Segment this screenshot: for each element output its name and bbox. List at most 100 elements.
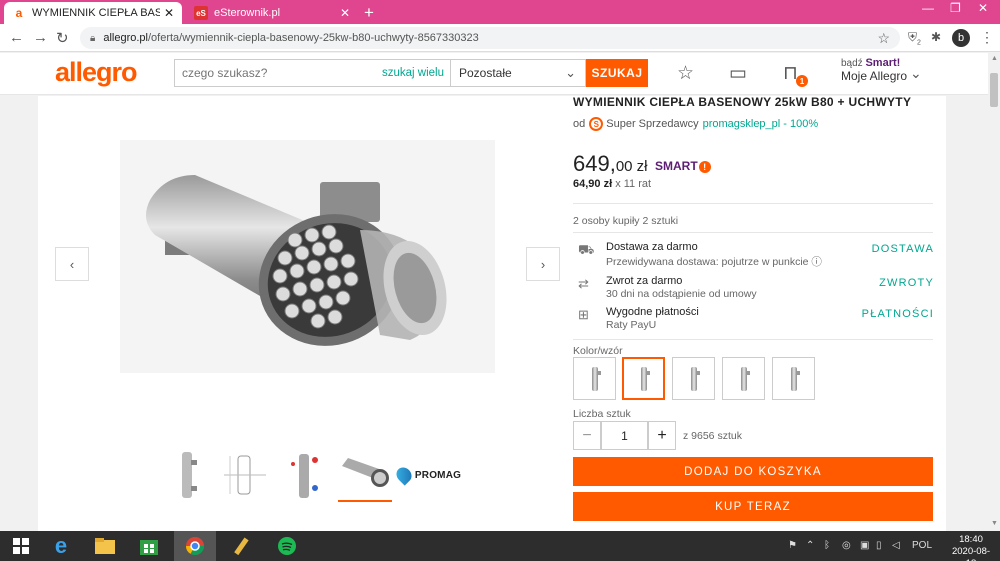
tray-app-icon[interactable]: ▣ (860, 540, 869, 551)
site-header: allegro szukaj wielu Pozostałe ⌄ SZUKAJ … (0, 53, 988, 95)
color-swatch[interactable] (573, 357, 616, 400)
tray-chevron-icon[interactable]: ⌃ (806, 540, 814, 551)
search-input[interactable] (182, 66, 382, 80)
super-seller-icon: S (589, 117, 604, 131)
quantity-label: Liczba sztuk (573, 408, 631, 420)
divider (573, 203, 933, 204)
extension-shield-icon[interactable]: ⛨2 (908, 30, 921, 46)
esterownik-favicon-icon: eS (194, 6, 208, 20)
allegro-logo[interactable]: allegro (55, 57, 138, 88)
delivery-sub: Przewidywana dostawa: pojutrze w punkcie… (606, 256, 822, 268)
reload-icon[interactable]: ↻ (56, 29, 69, 47)
battery-icon[interactable]: ▯ (876, 540, 882, 551)
restore-icon[interactable]: ❐ (950, 1, 961, 15)
scroll-up-icon[interactable]: ▲ (991, 55, 998, 62)
gallery-thumbnail-brand[interactable]: PROMAG (393, 448, 461, 502)
windows-taskbar: e ⚑ ⌃ ᛒ ◎ ▣ ▯ ◁ POL 18:40 2020-08-18 (0, 531, 1000, 561)
chrome-icon[interactable] (174, 531, 216, 561)
my-allegro-link[interactable]: Moje Allegro (841, 69, 907, 83)
price-main: 649, (573, 151, 616, 176)
scrollbar-thumb[interactable] (990, 73, 998, 107)
forward-icon[interactable]: → (33, 29, 48, 46)
payments-link[interactable]: PŁATNOŚCI (862, 308, 934, 320)
lock-icon: 🔒︎ (90, 32, 96, 44)
color-swatch-selected[interactable] (622, 357, 665, 400)
page-scrollbar[interactable] (988, 53, 1000, 531)
allegro-favicon-icon: a (15, 6, 23, 20)
back-icon[interactable]: ← (9, 29, 24, 46)
delivery-link[interactable]: DOSTAWA (872, 243, 934, 255)
color-swatch[interactable] (772, 357, 815, 400)
water-drop-icon (393, 464, 415, 486)
browser-toolbar: ← → ↻ 🔒︎ allegro.pl /oferta/wymiennik-ci… (0, 24, 1000, 52)
file-explorer-icon[interactable] (84, 531, 126, 561)
start-button[interactable] (0, 531, 42, 561)
category-select[interactable]: Pozostałe ⌄ (450, 59, 586, 87)
chevron-down-icon[interactable]: ⌄ (910, 65, 922, 82)
smart-promo[interactable]: bądź Smart! (841, 57, 900, 69)
messages-icon[interactable]: ▭ (729, 62, 747, 85)
browser-tab-strip: a WYMIENNIK CIEPŁA BASENOWY ✕ eS eSterow… (0, 0, 1000, 24)
menu-kebab-icon[interactable]: ⋮ (980, 29, 994, 46)
tab-allegro[interactable]: a WYMIENNIK CIEPŁA BASENOWY ✕ (4, 2, 182, 24)
chevron-left-icon: ‹ (69, 256, 75, 272)
language-indicator[interactable]: POL (912, 540, 932, 551)
clock[interactable]: 18:40 2020-08-18 (950, 534, 992, 561)
extensions-puzzle-icon[interactable]: ✱ (931, 30, 941, 44)
color-swatch[interactable] (722, 357, 765, 400)
tab-esterownik[interactable]: eS eSterownik.pl ✕ (186, 2, 358, 24)
tray-app-icon[interactable]: ◎ (842, 540, 851, 551)
product-main-image[interactable] (120, 140, 495, 373)
volume-icon[interactable]: ◁ (892, 540, 900, 551)
profile-avatar[interactable]: b (952, 29, 970, 47)
color-label: Kolor/wzór (573, 345, 623, 357)
smart-exclaim-icon: ! (698, 161, 711, 173)
seller-name-link[interactable]: promagsklep_pl - 100% (703, 118, 819, 130)
gallery-thumbnail[interactable] (160, 448, 214, 502)
gallery-prev-button[interactable]: ‹ (55, 247, 89, 281)
divider (573, 339, 933, 340)
close-window-icon[interactable]: ✕ (978, 1, 988, 15)
store-icon[interactable] (128, 531, 170, 561)
tray-flag-icon[interactable]: ⚑ (788, 540, 797, 551)
add-to-cart-button[interactable]: DODAJ DO KOSZYKA (573, 457, 933, 486)
seller-info: od S Super Sprzedawcy promagsklep_pl - 1… (573, 117, 818, 131)
gallery-thumbnail-selected[interactable] (338, 448, 392, 502)
internet-explorer-icon[interactable]: e (40, 531, 82, 561)
gallery-thumbnail[interactable] (278, 448, 332, 502)
gallery-next-button[interactable]: › (526, 247, 560, 281)
windows-logo-icon (13, 538, 29, 554)
price-cents: 00 zł (615, 158, 648, 175)
color-swatch[interactable] (672, 357, 715, 400)
close-tab-icon[interactable]: ✕ (164, 6, 174, 20)
address-bar[interactable]: 🔒︎ allegro.pl /oferta/wymiennik-ciepla-b… (80, 27, 900, 49)
search-multiple-link[interactable]: szukaj wielu (382, 67, 450, 79)
clock-time: 18:40 (959, 534, 983, 545)
minimize-icon[interactable]: — (922, 1, 934, 15)
price: 649,00 zł (573, 151, 648, 177)
installments: 64,90 zł x 11 rat (573, 178, 651, 190)
scroll-down-icon[interactable]: ▼ (991, 520, 998, 527)
quantity-input[interactable]: 1 (601, 421, 648, 450)
bluetooth-icon[interactable]: ᛒ (824, 540, 830, 551)
gallery-thumbnail[interactable] (218, 448, 272, 502)
app-pencil-icon[interactable] (220, 531, 262, 561)
close-tab-icon[interactable]: ✕ (340, 6, 350, 20)
new-tab-button[interactable]: + (364, 3, 374, 23)
delivery-title: Dostawa za darmo (606, 241, 698, 253)
promag-logo: PROMAG (393, 464, 461, 486)
quantity-increment-button[interactable]: + (648, 421, 676, 450)
clock-date: 2020-08-18 (951, 546, 991, 561)
spotify-icon[interactable] (266, 531, 308, 561)
buy-now-button[interactable]: KUP TERAZ (573, 492, 933, 521)
returns-sub: 30 dni na odstąpienie od umowy (606, 288, 757, 300)
product-title: WYMIENNIK CIEPŁA BASENOWY 25kW B80 + UCH… (573, 95, 912, 109)
watchlist-star-icon[interactable]: ☆ (677, 62, 694, 85)
payments-title: Wygodne płatności (606, 306, 699, 318)
quantity-decrement-button[interactable]: − (573, 421, 601, 450)
search-button[interactable]: SZUKAJ (586, 59, 648, 87)
url-path: /oferta/wymiennik-ciepla-basenowy-25kw-b… (147, 32, 479, 44)
tab-title: eSterownik.pl (214, 7, 281, 19)
returns-link[interactable]: ZWROTY (879, 277, 934, 289)
bookmark-star-icon[interactable]: ☆ (877, 30, 890, 47)
